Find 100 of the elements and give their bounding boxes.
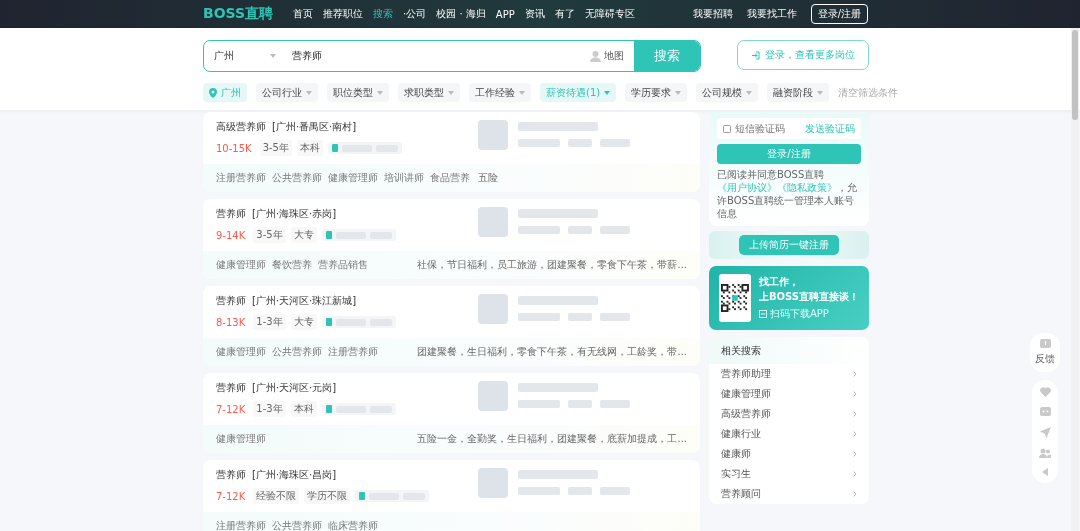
salary: 8-13K [216, 316, 246, 328]
nav-link[interactable]: 推荐职位 [323, 7, 364, 21]
filter-dropdown[interactable]: 职位类型 [327, 83, 389, 102]
site-logo[interactable]: BOSS直聘 [203, 5, 274, 23]
related-search-link[interactable]: 营养师助理 [709, 364, 869, 384]
nav-link[interactable]: 首页 [293, 7, 314, 21]
city-select[interactable]: 广州 [214, 49, 234, 63]
skill-tag: 注册营养师 [216, 171, 266, 185]
nav-link[interactable]: 我要找工作 [746, 7, 797, 21]
job-card[interactable]: 营养师 [广州·天河区·珠江新城] 8-13K 1-3年 大专 健康管理师 公共营养师 注册营养师 团建聚餐，生日福利，零食下午茶，有无线网，工龄奖，带... [203, 286, 700, 366]
nav-link[interactable]: ·公司 [403, 7, 427, 21]
nav-link[interactable]: 校园 · 海归 [436, 7, 486, 21]
related-search-link[interactable]: 营养顾问 [709, 484, 869, 504]
filter-dropdown[interactable]: 公司行业 [256, 83, 318, 102]
scan-icon [758, 310, 767, 318]
filter-dropdown[interactable]: 求职类型 [398, 83, 460, 102]
related-search-link[interactable]: 健康师 [709, 444, 869, 464]
chevron-icon [853, 391, 857, 397]
skill-tag: 注册营养师 [328, 345, 378, 359]
chevron-icon [853, 411, 857, 417]
filter-dropdown[interactable]: 工作经验 [469, 83, 531, 102]
map-link[interactable]: 地图 [590, 49, 624, 63]
job-card[interactable]: 营养师 [广州·天河区·元岗] 7-12K 1-3年 本科 健康管理师 五险一金，全勤奖，生日福利，团建聚餐，底薪加提成，工... [203, 373, 700, 453]
send-icon[interactable] [1039, 427, 1051, 438]
related-search-link[interactable]: 实习生 [709, 464, 869, 484]
job-card[interactable]: 高级营养师 [广州·番禺区·南村] 10-15K 3-5年 本科 注册营养师 公共营养师 健康管理师 培训讲师 食品营养 五险 [203, 112, 700, 192]
job-location: [广州·天河区·元岗] [252, 381, 337, 395]
promo-caption: 扫码下载APP [769, 307, 829, 321]
promo-headline: 找工作， 上BOSS直聘直接谈！ [758, 275, 859, 304]
message-icon [1039, 339, 1051, 350]
job-title[interactable]: 营养师 [216, 207, 246, 221]
scrollbar-thumb[interactable] [1072, 30, 1078, 120]
salary: 7-12K [216, 403, 246, 415]
chevron-icon [853, 471, 857, 477]
nav-link[interactable]: 我要招聘 [692, 7, 733, 21]
related-search-link[interactable]: 高级营养师 [709, 404, 869, 424]
job-location: [广州·海珠区·赤岗] [252, 207, 337, 221]
caret-icon [817, 90, 824, 95]
job-location: [广州·番禺区·南村] [272, 120, 357, 134]
company-logo-placeholder [478, 381, 508, 411]
qr-code-drawing [719, 274, 751, 322]
search-input[interactable]: 营养师 [284, 49, 590, 63]
filter-dropdown[interactable]: 公司规模 [696, 83, 759, 102]
related-search-link[interactable]: 健康行业 [709, 424, 869, 444]
skill-tag: 营养品销售 [318, 258, 368, 272]
requirement-tag: 3-5年 [253, 227, 286, 243]
login-register-button[interactable]: 登录/注册 [810, 4, 868, 24]
filter-dropdown[interactable]: 学历要求 [625, 83, 688, 102]
related-search-link[interactable]: 健康管理师 [709, 384, 869, 404]
chevron-icon [853, 491, 857, 497]
welfare-text: 五险一金，全勤奖，生日福利，团建聚餐，底薪加提成，工... [417, 432, 687, 446]
company-logo-placeholder [478, 207, 508, 237]
skill-tag: 公共营养师 [272, 345, 322, 359]
requirement-tag: 本科 [296, 140, 323, 156]
company-logo-placeholder [478, 294, 508, 324]
skill-tag: 注册营养师 [216, 519, 266, 531]
welfare-text: 社保，节日福利，员工旅游，团建聚餐，零食下午茶，带薪... [417, 258, 687, 272]
job-title[interactable]: 营养师 [216, 381, 246, 395]
salary: 9-14K [216, 229, 246, 241]
salary: 10-15K [216, 142, 252, 154]
job-title[interactable]: 营养师 [216, 294, 246, 308]
skill-tag: 健康管理师 [216, 345, 266, 359]
search-bar[interactable]: 广州 营养师 地图 搜索 [203, 40, 701, 72]
requirement-tag: 大专 [290, 314, 317, 330]
skill-tag: 临床营养师 [328, 519, 378, 531]
caret-icon [604, 90, 611, 95]
skill-tag: 健康管理师 [216, 432, 266, 446]
caret-icon [448, 90, 454, 95]
skill-tag: 公共营养师 [272, 519, 322, 531]
nav-link[interactable]: 有了 [554, 7, 575, 21]
chevron-icon [853, 431, 857, 437]
job-card[interactable]: 营养师 [广州·海珠区·赤岗] 9-14K 3-5年 大专 健康管理师 餐饮营养 营养品销售 社保，节日福利，员工旅游，团建聚餐，零食下午茶，带薪... [203, 199, 700, 279]
skill-tag: 培训讲师 [384, 171, 424, 185]
job-title[interactable]: 高级营养师 [216, 120, 266, 134]
job-card[interactable]: 营养师 [广州·海珠区·昌岗] 7-12K 经验不限 学历不限 注册营养师 公共营养师 临床营养师 [203, 460, 700, 531]
nav-link[interactable]: APP [495, 8, 515, 20]
nav-link[interactable]: 无障碍专区 [584, 7, 635, 21]
requirement-tag: 大专 [290, 227, 317, 243]
agreement-text: 已阅读并同意BOSS直聘 《用户协议》《隐私政策》，允许BOSS直聘统一管理本人账号信息 [717, 168, 858, 220]
nav-link[interactable]: 资讯 [524, 7, 545, 21]
chevron-icon [853, 371, 857, 377]
chat-icon[interactable] [1039, 407, 1051, 417]
heart-icon[interactable] [1039, 387, 1051, 397]
job-location: [广州·海珠区·昌岗] [252, 468, 337, 482]
users-icon[interactable] [1039, 448, 1051, 458]
job-title[interactable]: 营养师 [216, 468, 246, 482]
caret-icon [306, 90, 312, 95]
login-arrow-icon [751, 50, 760, 60]
requirement-tag: 1-3年 [253, 314, 286, 330]
requirement-tag: 1-3年 [253, 401, 286, 417]
skill-tag: 餐饮营养 [272, 258, 312, 272]
person-pin-icon [590, 50, 601, 62]
location-pin-icon [209, 87, 217, 98]
checkbox-icon [723, 124, 731, 133]
feedback-button[interactable]: 反馈 [1030, 333, 1060, 372]
filter-dropdown[interactable]: 融资阶段 [767, 83, 830, 102]
company-logo-placeholder [478, 120, 508, 150]
salary: 7-12K [216, 490, 246, 502]
collapse-arrow-icon[interactable] [1042, 468, 1048, 476]
nav-link[interactable]: 搜索 [373, 7, 394, 21]
